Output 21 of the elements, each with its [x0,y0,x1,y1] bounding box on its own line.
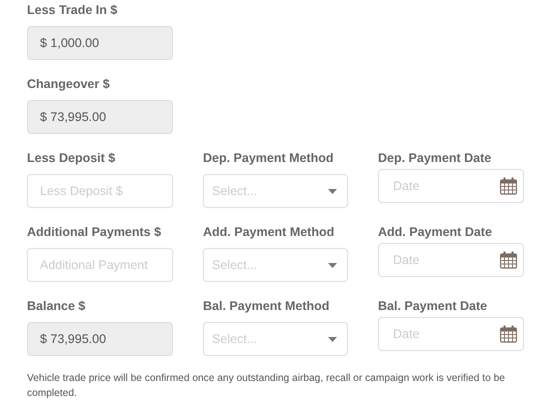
calendar-icon[interactable] [500,177,517,195]
field-label: Dep. Payment Method [203,151,334,166]
caret-icon [328,336,337,342]
amount-field[interactable]: $ 1,000.00 [27,26,173,60]
amount-field[interactable]: $ 73,995.00 [27,100,173,134]
field-label: Less Deposit $ [27,151,116,166]
field-label: Changeover $ [27,77,110,92]
field-label: Balance $ [27,299,86,314]
caret-icon [328,188,337,194]
caret-icon [328,262,337,268]
calendar-icon[interactable] [500,325,517,343]
field-label: Bal. Payment Method [203,299,330,314]
field-label: Bal. Payment Date [378,299,488,314]
field-label: Add. Payment Method [203,225,334,240]
field-label: Add. Payment Date [378,225,492,240]
field-label: Less Trade In $ [27,3,118,18]
amount-field[interactable]: $ 73,995.00 [27,322,173,356]
field-label: Additional Payments $ [27,225,162,240]
calendar-icon[interactable] [500,251,517,269]
disclaimer-text: Vehicle trade price will be confirmed once any outstanding airbag, recall or campaign work is verified to be completed. [27,372,506,401]
field-label: Dep. Payment Date [378,151,492,166]
